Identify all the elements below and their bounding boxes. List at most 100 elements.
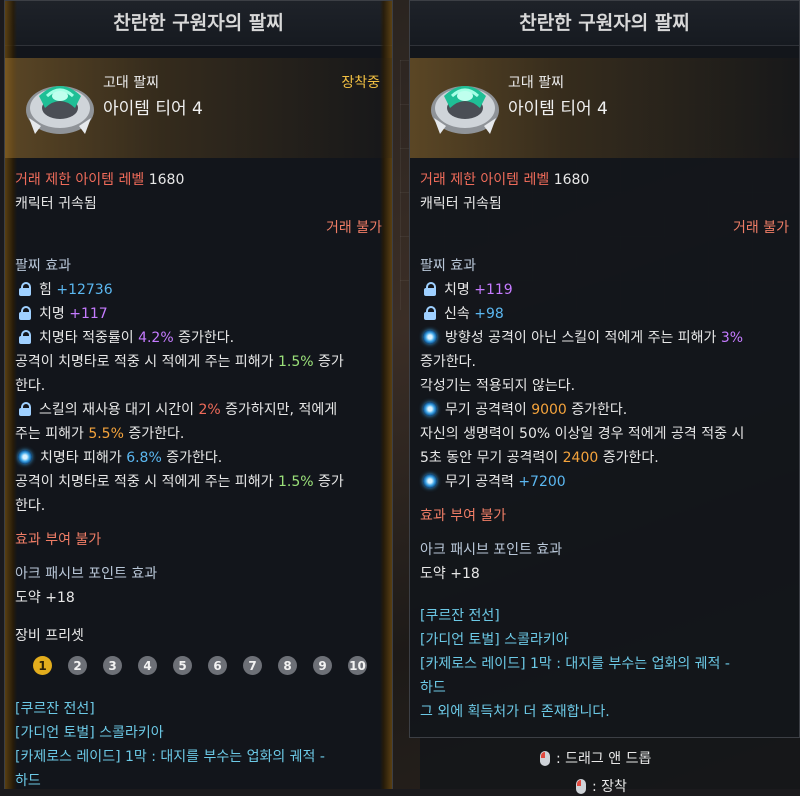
effect-text: 증가한다. xyxy=(128,426,185,442)
drag-hint: : 드래그 앤 드롭 xyxy=(540,748,651,768)
preset-8[interactable]: 8 xyxy=(278,656,297,675)
effect-text: 증가하지만, 적에게 xyxy=(225,402,338,418)
preset-list: 1 2 3 4 5 6 7 8 9 10 xyxy=(15,656,382,675)
effect-text: 공격이 치명타로 적중 시 적에게 주는 피해가 xyxy=(15,474,274,490)
effect-stat-1-value: +12736 xyxy=(56,282,113,298)
effect-value: 3% xyxy=(720,330,744,346)
effect-text: 증가한다. xyxy=(571,402,628,418)
bound-status: 캐릭터 귀속됨 xyxy=(420,196,502,212)
tooltip-body: 거래 제한 아이템 레벨 1680 캐릭터 귀속됨 거래 불가 팔찌 효과 힘 … xyxy=(5,168,392,789)
swirl-icon xyxy=(423,474,437,488)
effect-header: 팔찌 효과 xyxy=(15,258,71,274)
effect-value: 9000 xyxy=(531,402,567,418)
preset-6[interactable]: 6 xyxy=(208,656,227,675)
effect-stat-2-label: 치명 xyxy=(39,306,65,322)
swirl-icon xyxy=(18,450,32,464)
source-2: [가디언 토벌] 스콜라키아 xyxy=(420,632,569,648)
no-enchant-label: 효과 부여 불가 xyxy=(15,532,102,548)
effect-value: +7200 xyxy=(518,474,566,490)
preset-9[interactable]: 9 xyxy=(313,656,332,675)
required-level-value: 1680 xyxy=(553,172,590,188)
effect-special-2-desc: 주는 피해가 5.5% 증가한다. xyxy=(15,422,382,446)
mouse-icon xyxy=(576,779,586,794)
effect-value: 6.8% xyxy=(126,450,162,466)
item-title: 찬란한 구원자의 팔찌 xyxy=(5,1,392,46)
preset-header: 장비 프리셋 xyxy=(15,628,84,644)
lock-icon xyxy=(19,282,31,296)
preset-3[interactable]: 3 xyxy=(103,656,122,675)
required-level-label: 거래 제한 아이템 레벨 xyxy=(420,172,550,188)
preset-4[interactable]: 4 xyxy=(138,656,157,675)
effect-text: 증가한다. xyxy=(602,450,659,466)
effect-text: 증가한다. xyxy=(178,330,235,346)
effect-special-2: 스킬의 재사용 대기 시간이 2% 증가하지만, 적에게 xyxy=(15,398,382,422)
required-level: 거래 제한 아이템 레벨 1680 xyxy=(420,168,789,192)
required-level-value: 1680 xyxy=(148,172,185,188)
effect-special-3-desc: 공격이 치명타로 적중 시 적에게 주는 피해가 1.5% 증가 xyxy=(15,470,382,494)
no-enchant-label: 효과 부여 불가 xyxy=(420,508,507,524)
effect-value: 4.2% xyxy=(138,330,174,346)
effect-stat-1: 힘 +12736 xyxy=(15,278,382,302)
lock-icon xyxy=(424,306,436,320)
swirl-icon xyxy=(423,402,437,416)
effect-text: 스킬의 재사용 대기 시간이 xyxy=(39,402,195,418)
effect-value: 1.5% xyxy=(278,474,314,490)
effect-special-1-cont: 증가한다. xyxy=(420,354,476,370)
preset-10[interactable]: 10 xyxy=(348,656,367,675)
lock-icon xyxy=(424,282,436,296)
effect-stat-2-value: +117 xyxy=(69,306,108,322)
effect-special-2: 무기 공격력이 9000 증가한다. xyxy=(420,398,789,422)
effect-text: 증가 xyxy=(318,474,344,490)
equip-hint-label: : 장착 xyxy=(592,779,627,795)
equipped-item-tooltip: 찬란한 구원자의 팔찌 고대 팔찌 아이템 티어 4 장착중 거래 제한 아이템… xyxy=(4,0,393,789)
effect-special-2-desc-cont: 5초 동안 무기 공격력이 2400 증가한다. xyxy=(420,446,789,470)
item-header: 고대 팔찌 아이템 티어 4 장착중 xyxy=(5,58,392,158)
source-1: [쿠르잔 전선] xyxy=(420,608,500,624)
item-tier: 아이템 티어 4 xyxy=(103,99,203,119)
bracelet-icon xyxy=(431,86,499,134)
effect-stat-2: 신속 +98 xyxy=(420,302,789,326)
effect-stat-2: 치명 +117 xyxy=(15,302,382,326)
trade-status: 거래 불가 xyxy=(733,220,789,236)
effect-stat-2-label: 신속 xyxy=(444,306,470,322)
effect-special-3: 무기 공격력 +7200 xyxy=(420,470,789,494)
lock-icon xyxy=(19,402,31,416)
effect-special-1-desc: 공격이 치명타로 적중 시 적에게 주는 피해가 1.5% 증가 xyxy=(15,350,382,374)
required-level: 거래 제한 아이템 레벨 1680 xyxy=(15,168,382,192)
effect-special-1-desc: 각성기는 적용되지 않는다. xyxy=(420,378,576,394)
effect-stat-1: 치명 +119 xyxy=(420,278,789,302)
effect-stat-2-value: +98 xyxy=(474,306,504,322)
effect-special-2-desc: 자신의 생명력이 50% 이상일 경우 적에게 공격 적중 시 xyxy=(420,426,745,442)
ark-passive-value: 도약 +18 xyxy=(420,566,480,582)
source-3: [카제로스 레이드] 1막 : 대지를 부수는 업화의 궤적 - xyxy=(420,656,730,672)
equipped-badge: 장착중 xyxy=(341,75,380,91)
source-more: 그 외에 획득처가 더 존재합니다. xyxy=(420,704,610,720)
effect-text: 치명타 피해가 xyxy=(40,450,122,466)
preset-1[interactable]: 1 xyxy=(33,656,52,675)
preset-2[interactable]: 2 xyxy=(68,656,87,675)
effect-text: 무기 공격력이 xyxy=(445,402,527,418)
trade-status: 거래 불가 xyxy=(326,220,382,236)
preset-7[interactable]: 7 xyxy=(243,656,262,675)
effect-text: 치명타 적중률이 xyxy=(39,330,134,346)
ark-passive-value: 도약 +18 xyxy=(15,590,75,606)
effect-value: 5.5% xyxy=(88,426,124,442)
swirl-icon xyxy=(423,330,437,344)
effect-text: 무기 공격력 xyxy=(445,474,514,490)
source-3: [카제로스 레이드] 1막 : 대지를 부수는 업화의 궤적 - xyxy=(15,749,325,765)
item-tier: 아이템 티어 4 xyxy=(508,99,608,119)
effect-text: 공격이 치명타로 적중 시 적에게 주는 피해가 xyxy=(15,354,274,370)
bracelet-icon xyxy=(26,86,94,134)
effect-header: 팔찌 효과 xyxy=(420,258,476,274)
effect-stat-1-value: +119 xyxy=(474,282,513,298)
effect-special-1: 치명타 적중률이 4.2% 증가한다. xyxy=(15,326,382,350)
effect-value: 2% xyxy=(198,402,221,418)
effect-stat-1-label: 치명 xyxy=(444,282,470,298)
preset-5[interactable]: 5 xyxy=(173,656,192,675)
equip-hint: : 장착 xyxy=(576,776,627,796)
item-title: 찬란한 구원자의 팔찌 xyxy=(410,1,799,46)
source-1: [쿠르잔 전선] xyxy=(15,701,95,717)
bound-status: 캐릭터 귀속됨 xyxy=(15,196,97,212)
effect-text: 5초 동안 무기 공격력이 xyxy=(420,450,559,466)
effect-text: 방향성 공격이 아닌 스킬이 적에게 주는 피해가 xyxy=(445,330,717,346)
